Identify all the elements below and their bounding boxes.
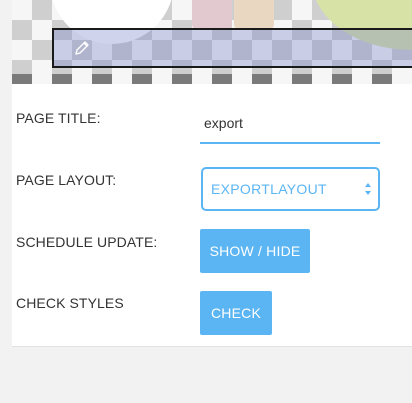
- layout-preview: [12, 0, 412, 84]
- page-layout-label: PAGE LAYOUT:: [16, 172, 117, 188]
- check-styles-label: CHECK STYLES: [16, 295, 124, 311]
- selected-region[interactable]: [52, 28, 412, 68]
- preview-shape: [234, 0, 274, 30]
- pencil-icon: [75, 41, 89, 55]
- page-settings-panel: PAGE TITLE: PAGE LAYOUT: EXPORTLAYOUT SC…: [12, 0, 412, 347]
- check-button[interactable]: CHECK: [200, 291, 272, 335]
- preview-shape: [192, 0, 232, 30]
- schedule-update-label: SCHEDULE UPDATE:: [16, 234, 158, 250]
- sort-arrows-icon: [365, 183, 371, 195]
- page-title-input[interactable]: [200, 104, 380, 144]
- preview-tiles: [12, 74, 412, 84]
- edit-button[interactable]: [64, 32, 100, 64]
- page-layout-select[interactable]: EXPORTLAYOUT: [201, 167, 380, 211]
- show-hide-button[interactable]: SHOW / HIDE: [200, 229, 310, 273]
- page-title-label: PAGE TITLE:: [16, 110, 101, 126]
- page-layout-value: EXPORTLAYOUT: [211, 181, 327, 197]
